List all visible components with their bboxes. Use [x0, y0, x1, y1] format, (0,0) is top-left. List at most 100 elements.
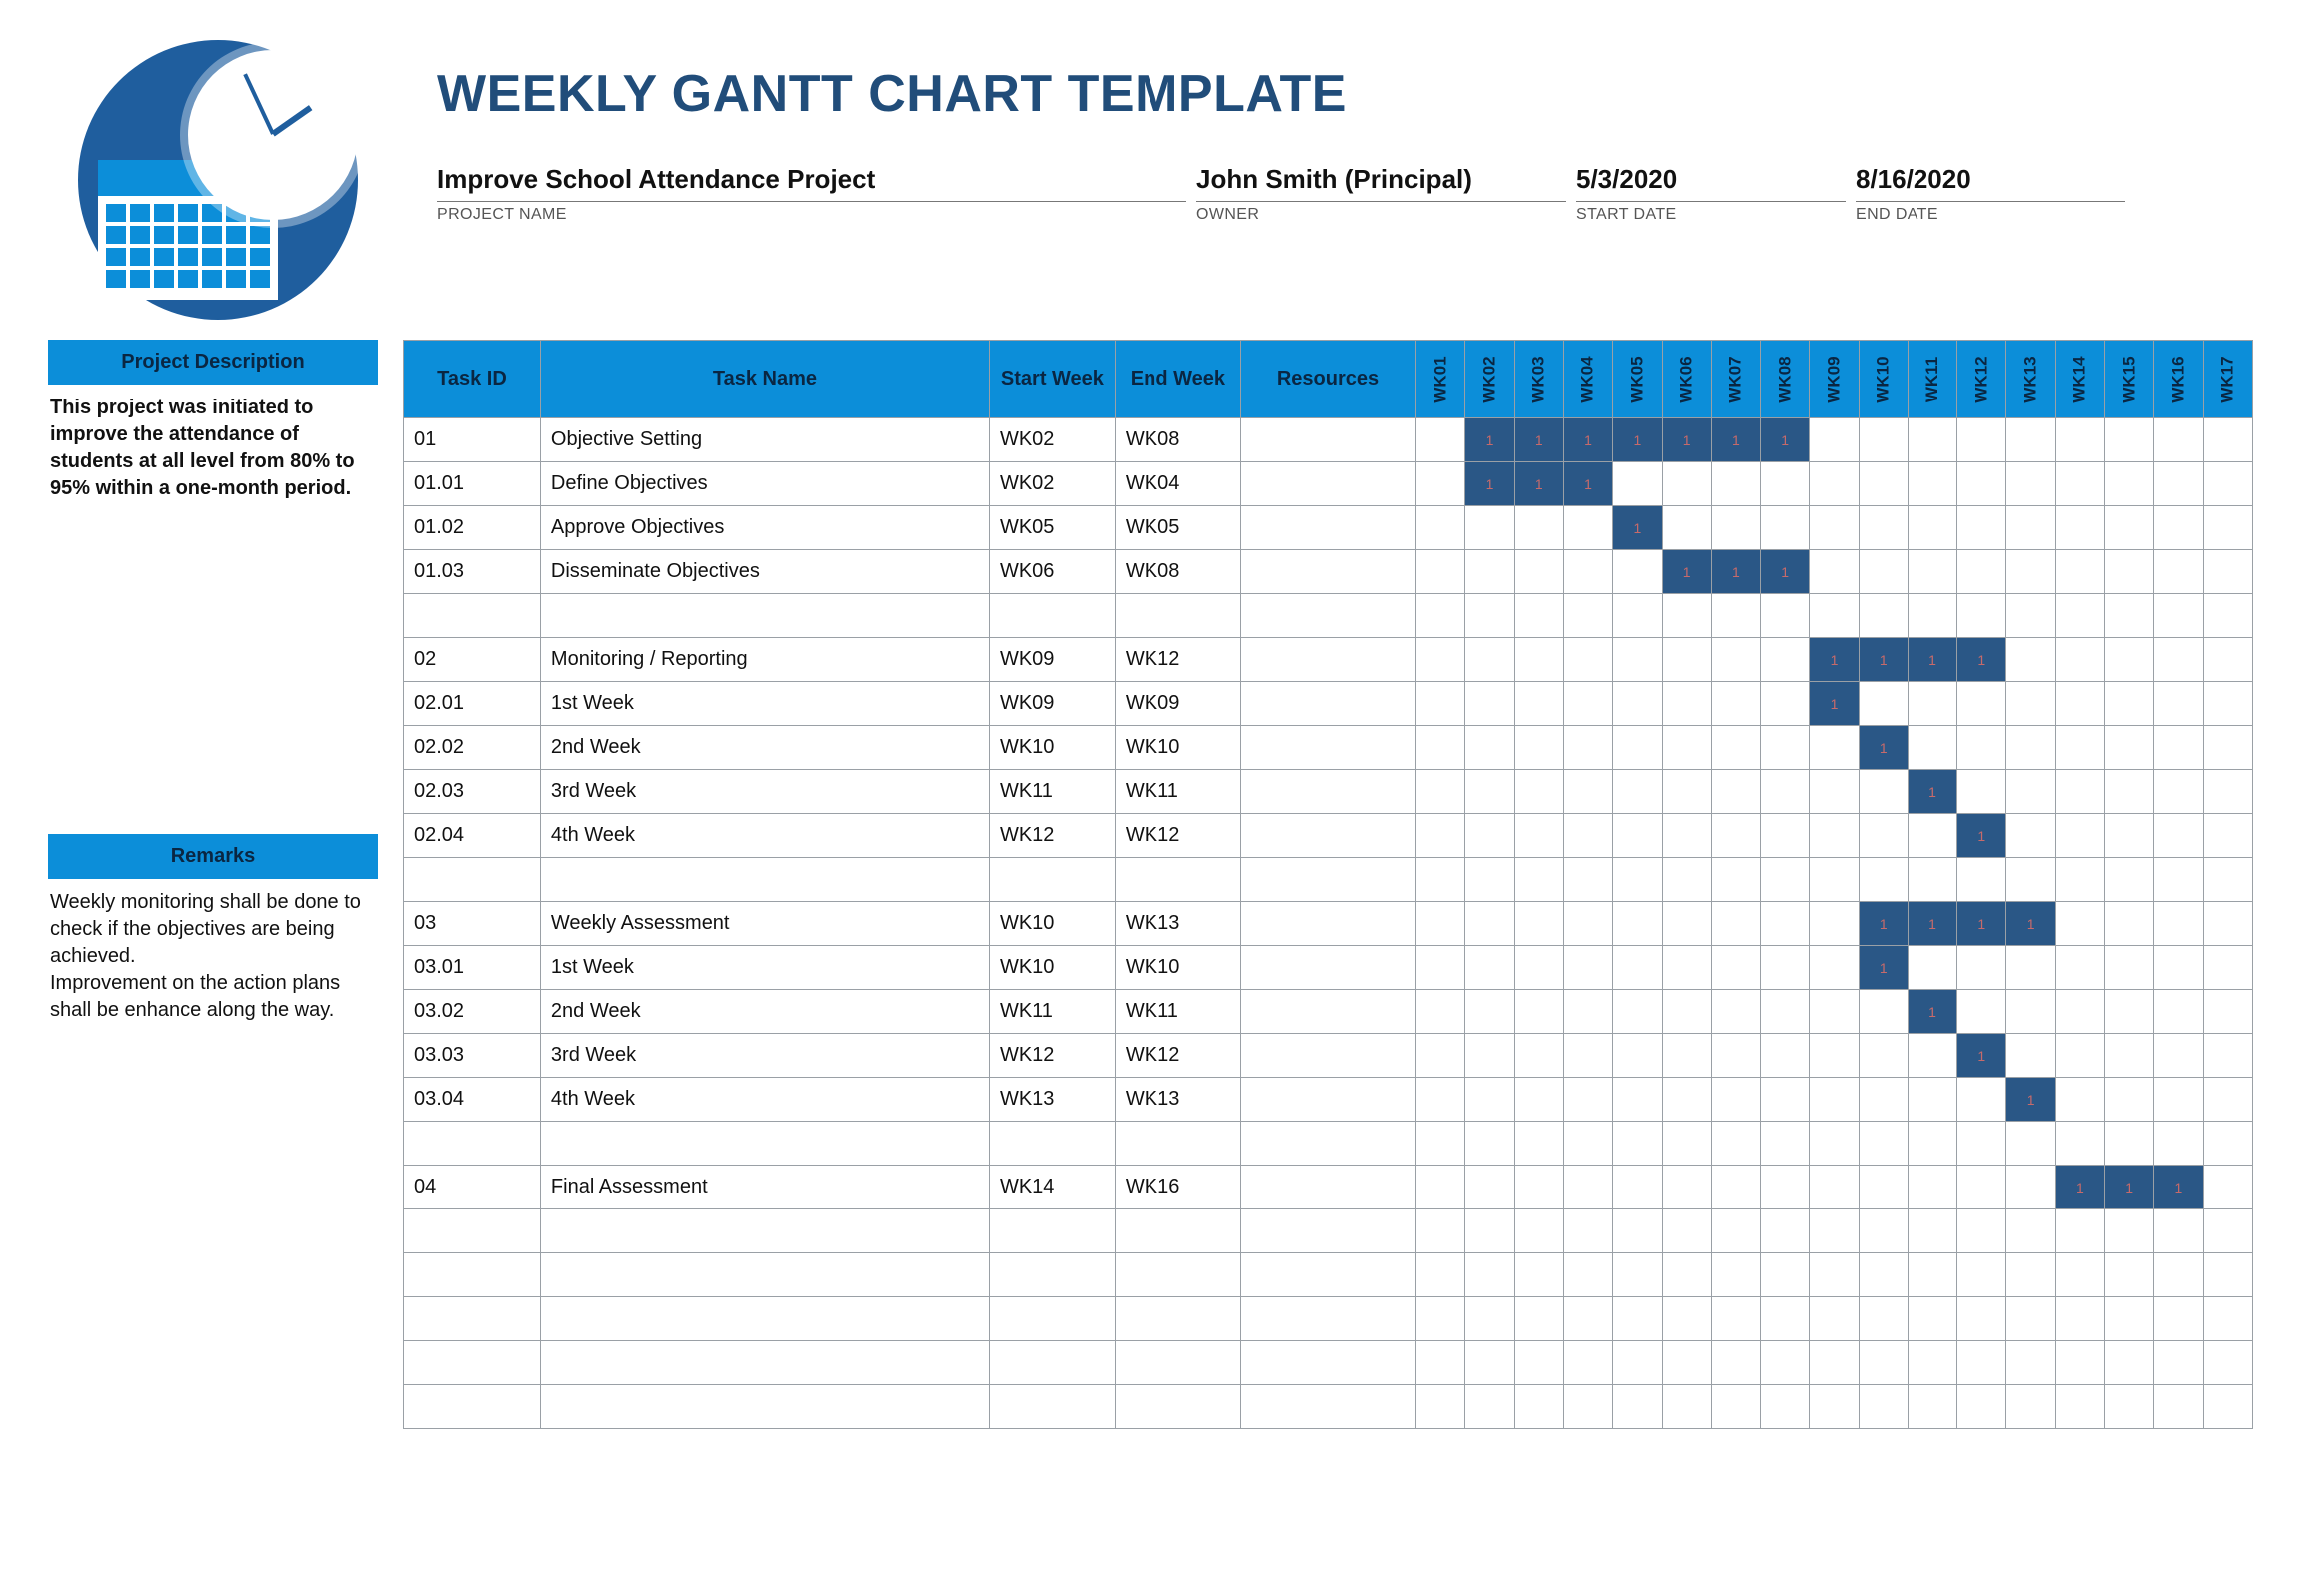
gantt-cell[interactable] [1613, 1034, 1662, 1078]
gantt-cell[interactable] [1613, 638, 1662, 682]
gantt-cell[interactable] [1416, 1385, 1465, 1429]
gantt-cell[interactable] [2203, 506, 2252, 550]
cell-task-name[interactable] [540, 858, 989, 902]
cell-end-week[interactable] [1115, 1385, 1240, 1429]
cell-resources[interactable] [1240, 726, 1415, 770]
gantt-cell[interactable] [2055, 1209, 2104, 1253]
gantt-cell[interactable] [2203, 1078, 2252, 1122]
gantt-cell[interactable] [2055, 1341, 2104, 1385]
gantt-cell[interactable]: 1 [1465, 462, 1514, 506]
gantt-cell[interactable] [2006, 682, 2055, 726]
gantt-cell[interactable] [1711, 946, 1760, 990]
gantt-cell[interactable] [2203, 682, 2252, 726]
gantt-cell[interactable] [2105, 1341, 2154, 1385]
gantt-cell[interactable] [1810, 770, 1859, 814]
gantt-cell[interactable] [1514, 1297, 1563, 1341]
cell-start-week[interactable] [989, 1341, 1115, 1385]
gantt-cell[interactable] [2154, 1253, 2203, 1297]
gantt-cell[interactable] [1416, 638, 1465, 682]
gantt-cell[interactable]: 1 [1761, 550, 1810, 594]
gantt-cell[interactable] [2203, 990, 2252, 1034]
gantt-cell[interactable] [1563, 1122, 1612, 1166]
gantt-cell[interactable] [2203, 638, 2252, 682]
gantt-cell[interactable] [1810, 506, 1859, 550]
gantt-cell[interactable] [2203, 814, 2252, 858]
cell-end-week[interactable]: WK16 [1115, 1166, 1240, 1209]
gantt-cell[interactable] [1514, 1341, 1563, 1385]
gantt-cell[interactable] [2203, 770, 2252, 814]
cell-task-name[interactable] [540, 1297, 989, 1341]
gantt-cell[interactable] [2105, 506, 2154, 550]
cell-start-week[interactable]: WK13 [989, 1078, 1115, 1122]
gantt-cell[interactable] [1761, 1341, 1810, 1385]
gantt-cell[interactable] [1613, 682, 1662, 726]
gantt-cell[interactable] [1662, 594, 1711, 638]
cell-task-id[interactable]: 01.01 [404, 462, 541, 506]
gantt-cell[interactable]: 1 [1957, 814, 2006, 858]
cell-resources[interactable] [1240, 462, 1415, 506]
gantt-cell[interactable] [1859, 1209, 1908, 1253]
gantt-cell[interactable] [2006, 1209, 2055, 1253]
gantt-cell[interactable] [1908, 1078, 1956, 1122]
gantt-cell[interactable] [1416, 814, 1465, 858]
gantt-cell[interactable] [2203, 594, 2252, 638]
gantt-cell[interactable] [1662, 1297, 1711, 1341]
gantt-cell[interactable] [1908, 1385, 1956, 1429]
cell-end-week[interactable] [1115, 1209, 1240, 1253]
gantt-cell[interactable] [1613, 1209, 1662, 1253]
cell-task-id[interactable]: 03.03 [404, 1034, 541, 1078]
owner-value[interactable]: John Smith (Principal) [1196, 164, 1566, 202]
gantt-cell[interactable] [1563, 726, 1612, 770]
gantt-cell[interactable] [2055, 1034, 2104, 1078]
cell-task-id[interactable]: 02.04 [404, 814, 541, 858]
gantt-cell[interactable] [1957, 946, 2006, 990]
gantt-cell[interactable] [2203, 1341, 2252, 1385]
gantt-cell[interactable] [2105, 1078, 2154, 1122]
cell-start-week[interactable]: WK12 [989, 814, 1115, 858]
gantt-cell[interactable] [1514, 814, 1563, 858]
gantt-cell[interactable] [1563, 638, 1612, 682]
gantt-cell[interactable] [2203, 550, 2252, 594]
gantt-cell[interactable] [1416, 1341, 1465, 1385]
gantt-cell[interactable] [2203, 1385, 2252, 1429]
gantt-cell[interactable]: 1 [2055, 1166, 2104, 1209]
gantt-cell[interactable] [2154, 1034, 2203, 1078]
gantt-cell[interactable] [1416, 946, 1465, 990]
gantt-cell[interactable] [1810, 1209, 1859, 1253]
project-name-value[interactable]: Improve School Attendance Project [437, 164, 1186, 202]
gantt-cell[interactable]: 1 [1859, 638, 1908, 682]
gantt-cell[interactable] [1711, 1166, 1760, 1209]
cell-task-name[interactable] [540, 1253, 989, 1297]
cell-task-name[interactable]: Approve Objectives [540, 506, 989, 550]
gantt-cell[interactable] [1662, 682, 1711, 726]
cell-task-name[interactable]: Final Assessment [540, 1166, 989, 1209]
gantt-cell[interactable] [2154, 1297, 2203, 1341]
gantt-cell[interactable] [1662, 1253, 1711, 1297]
cell-start-week[interactable] [989, 594, 1115, 638]
cell-resources[interactable] [1240, 814, 1415, 858]
gantt-cell[interactable] [1810, 990, 1859, 1034]
gantt-cell[interactable] [1957, 1166, 2006, 1209]
gantt-cell[interactable] [1465, 682, 1514, 726]
gantt-cell[interactable] [1416, 462, 1465, 506]
cell-resources[interactable] [1240, 1034, 1415, 1078]
gantt-cell[interactable] [1957, 1341, 2006, 1385]
gantt-cell[interactable]: 1 [1563, 418, 1612, 462]
gantt-cell[interactable] [2203, 1166, 2252, 1209]
gantt-cell[interactable] [1957, 1122, 2006, 1166]
gantt-cell[interactable] [2055, 990, 2104, 1034]
gantt-cell[interactable]: 1 [1810, 638, 1859, 682]
gantt-cell[interactable] [1514, 506, 1563, 550]
cell-task-name[interactable] [540, 594, 989, 638]
remarks-body[interactable]: Weekly monitoring shall be done to check… [48, 879, 378, 1028]
gantt-cell[interactable] [1465, 550, 1514, 594]
gantt-cell[interactable] [1711, 814, 1760, 858]
gantt-cell[interactable] [1514, 946, 1563, 990]
gantt-cell[interactable] [2203, 1297, 2252, 1341]
cell-resources[interactable] [1240, 858, 1415, 902]
gantt-cell[interactable] [1416, 1122, 1465, 1166]
gantt-cell[interactable] [1416, 550, 1465, 594]
cell-resources[interactable] [1240, 638, 1415, 682]
gantt-cell[interactable] [1957, 506, 2006, 550]
cell-start-week[interactable]: WK10 [989, 726, 1115, 770]
